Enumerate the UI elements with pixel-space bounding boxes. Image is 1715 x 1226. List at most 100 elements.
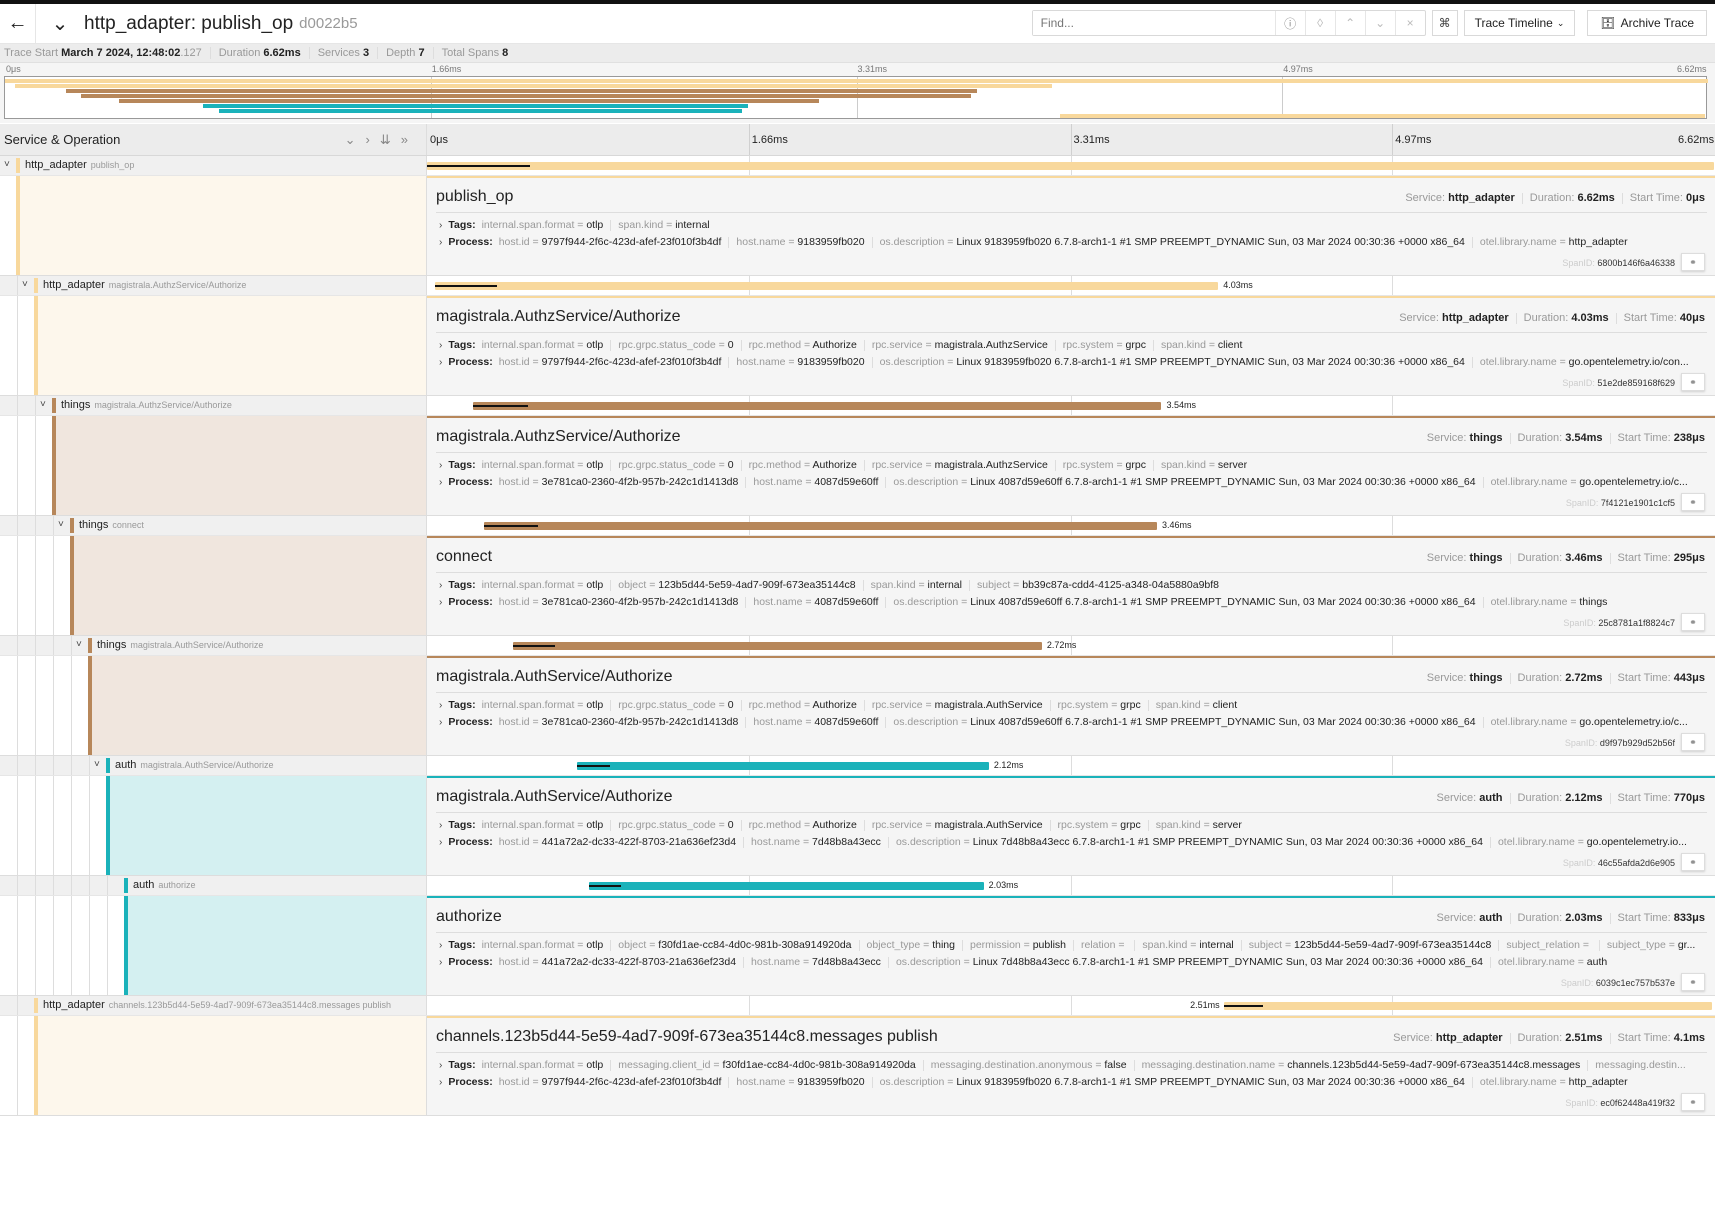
span-timeline-cell[interactable]: 2.51ms	[427, 996, 1715, 1015]
span-timeline-cell[interactable]: 3.54ms	[427, 396, 1715, 415]
span-row[interactable]: ˅ http_adapter magistrala.AuthzService/Aut…	[0, 276, 1715, 296]
span-timeline-cell[interactable]: 3.46ms	[427, 516, 1715, 535]
process-row[interactable]: › Process: host.id = 441a72a2-dc33-422f-87…	[439, 836, 1705, 848]
find-input[interactable]	[1032, 11, 1275, 35]
chevron-right-icon[interactable]: ›	[439, 220, 442, 231]
copy-link-button[interactable]: ⚭	[1681, 1093, 1705, 1111]
span-name-cell[interactable]: ˅ things magistrala.AuthService/Authorize	[0, 636, 427, 655]
tags-row[interactable]: › Tags: internal.span.format = otlp object …	[439, 579, 1705, 591]
toggle-children-icon[interactable]: ˅	[40, 399, 46, 410]
copy-link-button[interactable]: ⚭	[1681, 493, 1705, 511]
span-timeline-cell[interactable]: 2.72ms	[427, 636, 1715, 655]
chevron-right-icon[interactable]: ›	[439, 357, 442, 368]
copy-link-button[interactable]: ⚭	[1681, 373, 1705, 391]
span-row[interactable]: ˅ things magistrala.AuthService/Authorize 2…	[0, 636, 1715, 656]
chevron-right-icon[interactable]: ›	[439, 597, 442, 608]
span-name-cell[interactable]: ˅ things connect	[0, 516, 427, 535]
chevron-right-icon[interactable]: ›	[439, 340, 442, 351]
span-row[interactable]: auth authorize 2.03ms	[0, 876, 1715, 896]
span-row[interactable]: ˅ things magistrala.AuthzService/Authorize…	[0, 396, 1715, 416]
span-name-cell[interactable]: http_adapter channels.123b5d44-5e59-4ad7-…	[0, 996, 427, 1015]
span-duration-bar[interactable]	[434, 282, 1219, 290]
span-service-name[interactable]: auth magistrala.AuthService/Authorize	[115, 759, 273, 771]
span-duration-bar[interactable]	[484, 522, 1157, 530]
span-timeline-cell[interactable]: 2.12ms	[427, 756, 1715, 775]
process-row[interactable]: › Process: host.id = 9797f944-2f6c-423d-af…	[439, 1076, 1705, 1088]
copy-link-button[interactable]: ⚭	[1681, 973, 1705, 991]
process-row[interactable]: › Process: host.id = 441a72a2-dc33-422f-87…	[439, 956, 1705, 968]
next-result-button[interactable]: ⌄	[1364, 11, 1395, 35]
chevron-right-icon[interactable]: ›	[439, 460, 442, 471]
process-row[interactable]: › Process: host.id = 9797f944-2f6c-423d-af…	[439, 236, 1705, 248]
chevron-right-icon[interactable]: ›	[439, 940, 442, 951]
process-row[interactable]: › Process: host.id = 3e781ca0-2360-4f2b-95…	[439, 596, 1705, 608]
collapse-one-button[interactable]: ⌄	[345, 132, 356, 148]
span-row[interactable]: ˅ things connect 3.46ms	[0, 516, 1715, 536]
toggle-children-icon[interactable]: ˅	[58, 519, 64, 530]
tags-row[interactable]: › Tags: internal.span.format = otlp rpc.grp…	[439, 819, 1705, 831]
chevron-right-icon[interactable]: ›	[439, 580, 442, 591]
toggle-children-icon[interactable]: ˅	[76, 639, 82, 650]
collapse-header-button[interactable]: ⌄	[36, 11, 84, 36]
copy-link-button[interactable]: ⚭	[1681, 733, 1705, 751]
toggle-children-icon[interactable]: ˅	[4, 159, 10, 170]
chevron-right-icon[interactable]: ›	[439, 700, 442, 711]
tags-row[interactable]: › Tags: internal.span.format = otlp messagi…	[439, 1059, 1705, 1071]
tags-row[interactable]: › Tags: internal.span.format = otlp rpc.grp…	[439, 459, 1705, 471]
span-name-cell[interactable]: ˅ http_adapter publish_op	[0, 156, 427, 175]
archive-trace-button[interactable]: 🗄 Archive Trace	[1587, 10, 1707, 36]
span-service-name[interactable]: things magistrala.AuthService/Authorize	[97, 639, 263, 651]
focus-button[interactable]: ◊	[1304, 11, 1335, 35]
span-duration-bar[interactable]	[1224, 1002, 1713, 1010]
span-service-name[interactable]: things connect	[79, 519, 144, 531]
minimap-canvas[interactable]	[4, 76, 1708, 119]
span-name-cell[interactable]: ˅ auth magistrala.AuthService/Authorize	[0, 756, 427, 775]
span-duration-bar[interactable]	[576, 762, 989, 770]
keyboard-shortcuts-button[interactable]: ⌘	[1431, 10, 1458, 36]
span-service-name[interactable]: things magistrala.AuthzService/Authorize	[61, 399, 232, 411]
tags-row[interactable]: › Tags: internal.span.format = otlp span.ki…	[439, 219, 1705, 231]
tags-row[interactable]: › Tags: internal.span.format = otlp rpc.grp…	[439, 339, 1705, 351]
span-timeline-cell[interactable]: 6.62ms	[427, 156, 1715, 175]
chevron-right-icon[interactable]: ›	[439, 957, 442, 968]
expand-one-button[interactable]: ›	[366, 132, 370, 148]
chevron-right-icon[interactable]: ›	[439, 717, 442, 728]
tags-row[interactable]: › Tags: internal.span.format = otlp object …	[439, 939, 1705, 951]
span-timeline-cell[interactable]: 2.03ms	[427, 876, 1715, 895]
chevron-right-icon[interactable]: ›	[439, 820, 442, 831]
process-row[interactable]: › Process: host.id = 3e781ca0-2360-4f2b-95…	[439, 476, 1705, 488]
span-duration-bar[interactable]	[513, 642, 1042, 650]
span-service-name[interactable]: http_adapter channels.123b5d44-5e59-4ad7-…	[43, 999, 391, 1011]
chevron-right-icon[interactable]: ›	[439, 837, 442, 848]
span-service-name[interactable]: http_adapter magistrala.AuthzService/Auth…	[43, 279, 246, 291]
copy-link-button[interactable]: ⚭	[1681, 853, 1705, 871]
chevron-right-icon[interactable]: ›	[439, 1060, 442, 1071]
collapse-all-button[interactable]: ⇊	[380, 132, 391, 148]
toggle-children-icon[interactable]: ˅	[94, 759, 100, 770]
prev-result-button[interactable]: ⌃	[1334, 11, 1365, 35]
span-duration-bar[interactable]	[588, 882, 984, 890]
span-name-cell[interactable]: ˅ things magistrala.AuthzService/Authorize	[0, 396, 427, 415]
span-duration-bar[interactable]	[473, 402, 1162, 410]
toggle-children-icon[interactable]: ˅	[22, 279, 28, 290]
chevron-right-icon[interactable]: ›	[439, 477, 442, 488]
span-duration-bar[interactable]	[427, 162, 1714, 170]
span-row[interactable]: ˅ auth magistrala.AuthService/Authorize 2.1…	[0, 756, 1715, 776]
span-service-name[interactable]: auth authorize	[133, 879, 195, 891]
help-button[interactable]: ⓘ	[1274, 11, 1305, 35]
span-timeline-cell[interactable]: 4.03ms	[427, 276, 1715, 295]
copy-link-button[interactable]: ⚭	[1681, 613, 1705, 631]
process-row[interactable]: › Process: host.id = 9797f944-2f6c-423d-af…	[439, 356, 1705, 368]
span-row[interactable]: ˅ http_adapterpublish_op 6.62ms	[0, 156, 1715, 176]
copy-link-button[interactable]: ⚭	[1681, 253, 1705, 271]
back-button[interactable]: ←	[0, 3, 36, 44]
span-name-cell[interactable]: ˅ http_adapter magistrala.AuthzService/Aut…	[0, 276, 427, 295]
span-row[interactable]: http_adapter channels.123b5d44-5e59-4ad7-…	[0, 996, 1715, 1016]
chevron-right-icon[interactable]: ›	[439, 1077, 442, 1088]
expand-all-button[interactable]: »	[401, 132, 408, 148]
chevron-right-icon[interactable]: ›	[439, 237, 442, 248]
process-row[interactable]: › Process: host.id = 3e781ca0-2360-4f2b-95…	[439, 716, 1705, 728]
span-name-cell[interactable]: auth authorize	[0, 876, 427, 895]
trace-minimap[interactable]: 0μs 1.66ms 3.31ms 4.97ms 6.62ms	[0, 63, 1715, 123]
clear-search-button[interactable]: ×	[1394, 11, 1425, 35]
